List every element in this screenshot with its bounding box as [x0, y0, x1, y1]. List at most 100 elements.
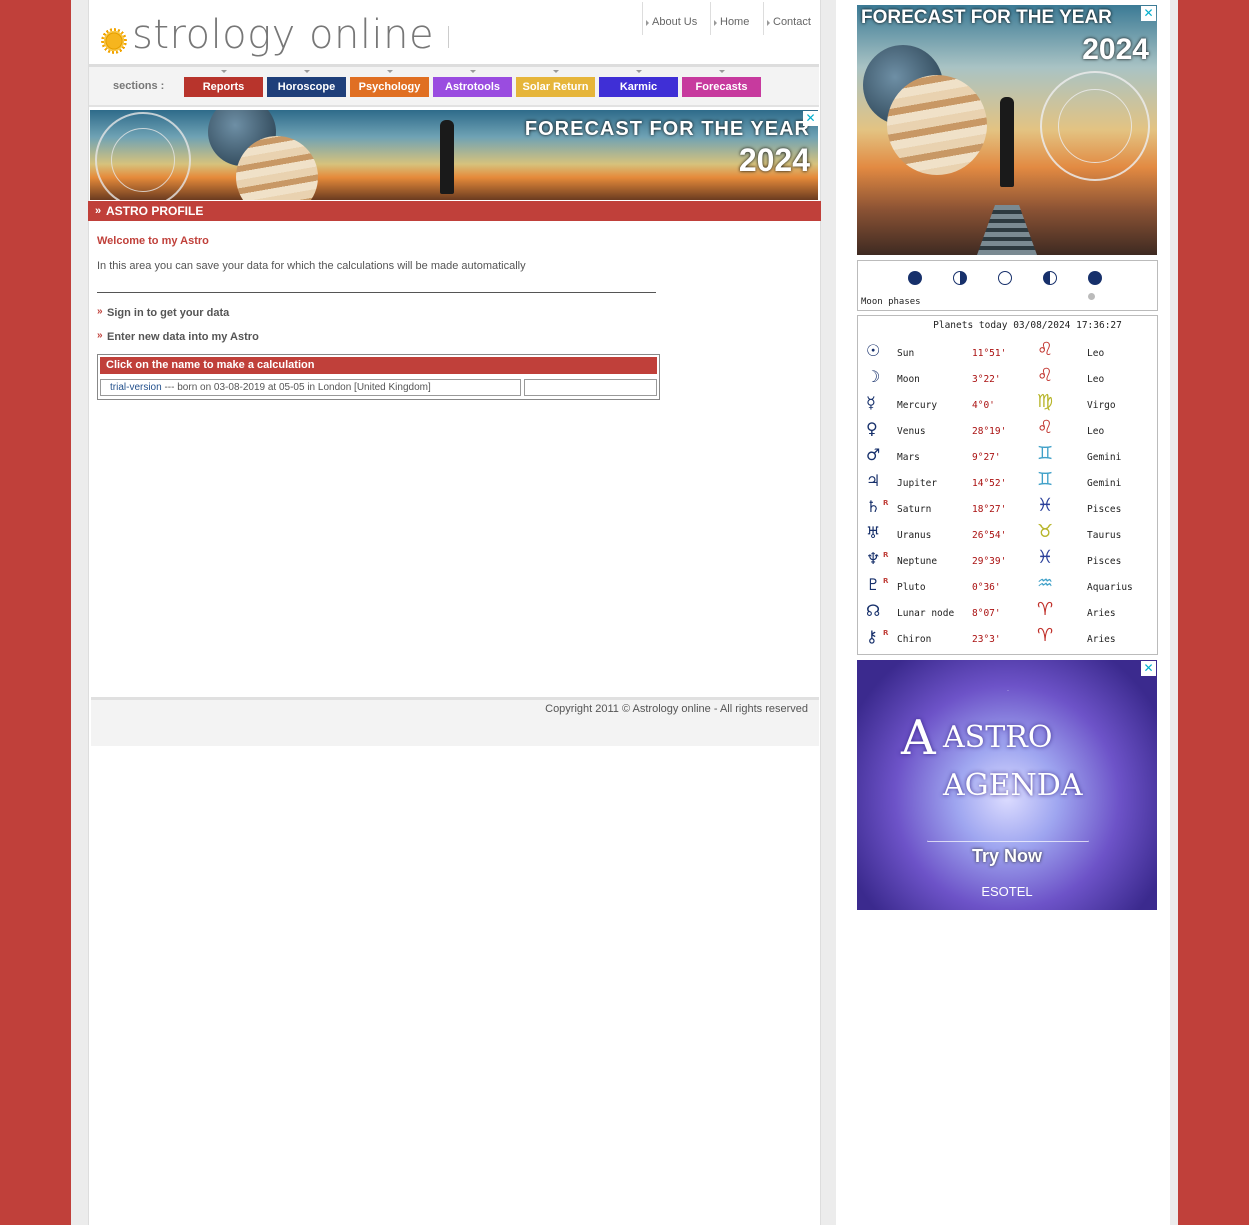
section-astrotools-button[interactable]: Astrotools [433, 70, 512, 97]
try-now-button[interactable]: Try Now [857, 846, 1157, 867]
ad-close-icon[interactable]: ✕ [803, 111, 818, 126]
steps-image [977, 205, 1037, 255]
zodiac-sign-name: Aries [1087, 634, 1116, 645]
planet-glyph-icon: ♅ [866, 523, 881, 542]
zodiac-sign-icon: ♌ [1037, 365, 1054, 386]
esotel-logo: ESOTEL [981, 884, 1033, 899]
planet-glyph-icon: ☊ [866, 601, 881, 620]
header-divider [448, 26, 449, 48]
planet-degree: 29°39' [972, 556, 1007, 567]
planet-row: ☉ Sun 11°51' ♌ Leo [858, 339, 1157, 362]
planet-degree: 23°3' [972, 634, 1001, 645]
zodiac-sign-icon: ♌ [1037, 339, 1054, 360]
title-edge [819, 201, 821, 221]
section-title: ASTRO PROFILE [88, 201, 819, 221]
zodiac-sign-name: Taurus [1087, 530, 1122, 541]
new-moon-icon [908, 271, 922, 285]
zodiac-wheel-icon [95, 112, 191, 200]
planet-name: Mercury [897, 400, 938, 411]
planet-row: ♃ Jupiter 14°52' ♊ Gemini [858, 469, 1157, 492]
sign-in-link[interactable]: Sign in to get your data [97, 306, 229, 319]
intro-text: In this area you can save your data for … [97, 260, 526, 272]
zodiac-sign-name: Pisces [1087, 504, 1122, 515]
enter-new-data-link[interactable]: Enter new data into my Astro [97, 330, 259, 343]
walking-man-image [440, 120, 454, 194]
section-horoscope-button[interactable]: Horoscope [267, 70, 346, 97]
retrograde-marker: R [883, 629, 889, 637]
planet-glyph-icon: ☉ [866, 341, 881, 360]
nav-about-us[interactable]: About Us [642, 2, 697, 35]
zodiac-sign-name: Leo [1087, 426, 1105, 437]
forecast-sidebar-ad[interactable]: FORECAST FOR THE YEAR 2024 [857, 5, 1157, 255]
zodiac-sign-icon: ♈ [1037, 599, 1054, 620]
planet-row: ☿ Mercury 4°0' ♍ Virgo [858, 391, 1157, 414]
section-solar-return-button[interactable]: Solar Return [516, 70, 595, 97]
profile-name-link[interactable]: trial-version [110, 382, 162, 393]
planet-row: ♀ Venus 28°19' ♌ Leo [858, 417, 1157, 440]
planet-degree: 3°22' [972, 374, 1001, 385]
table-row: trial-version --- born on 03-08-2019 at … [100, 379, 521, 396]
zodiac-sign-icon: ♈ [1037, 625, 1054, 646]
ad-title-line2: AGENDA [943, 768, 1083, 803]
planet-glyph-icon: ♄ [866, 497, 881, 516]
planet-glyph-icon: ♀ [866, 419, 878, 438]
planets-title: Planets today 03/08/2024 17:36:27 [933, 320, 1122, 331]
calculation-table: Click on the name to make a calculation … [97, 354, 660, 400]
walking-man-image [1000, 97, 1014, 187]
table-header: Click on the name to make a calculation [100, 357, 657, 374]
divider [97, 292, 656, 293]
welcome-heading: Welcome to my Astro [97, 235, 209, 247]
retrograde-marker: R [883, 499, 889, 507]
current-phase-indicator [1088, 293, 1095, 300]
zodiac-sign-name: Aries [1087, 608, 1116, 619]
planet-name: Sun [897, 348, 915, 359]
planet-glyph-icon: ☿ [866, 393, 876, 412]
section-forecasts-button[interactable]: Forecasts [682, 70, 761, 97]
section-reports-button[interactable]: Reports [184, 70, 263, 97]
planet-row: ♆ R Neptune 29°39' ♓ Pisces [858, 547, 1157, 570]
zodiac-sign-name: Gemini [1087, 478, 1122, 489]
retrograde-marker: R [883, 577, 889, 585]
planet-row: ♂ Mars 9°27' ♊ Gemini [858, 443, 1157, 466]
planet-degree: 9°27' [972, 452, 1001, 463]
last-quarter-icon [1043, 271, 1057, 285]
birth-details: born on 03-08-2019 at 05-05 in London [U… [177, 382, 431, 393]
triangle-decoration [927, 690, 1089, 842]
banner-year: 2024 [738, 142, 810, 178]
planet-glyph-icon: ♂ [866, 445, 881, 464]
full-moon-icon [998, 271, 1012, 285]
ad-close-icon[interactable]: ✕ [1141, 661, 1156, 676]
copyright-text: Copyright 2011 © Astrology online - All … [545, 703, 808, 715]
entry-separator: --- [161, 382, 178, 393]
zodiac-sign-name: Aquarius [1087, 582, 1133, 593]
zodiac-sign-name: Leo [1087, 348, 1105, 359]
forecast-banner-ad[interactable]: FORECAST FOR THE YEAR 2024 [90, 110, 818, 200]
astro-agenda-ad[interactable]: A ASTRO AGENDA Try Now ESOTEL [857, 660, 1157, 910]
moon-phases-label: Moon phases [861, 297, 921, 307]
planet-name: Mars [897, 452, 920, 463]
planet-row: ⚷ R Chiron 23°3' ♈ Aries [858, 625, 1157, 648]
planet-degree: 8°07' [972, 608, 1001, 619]
ad-title-initial: A [901, 710, 936, 766]
ad-title-line1: ASTRO [943, 720, 1053, 755]
planet-degree: 28°19' [972, 426, 1007, 437]
planet-glyph-icon: ♃ [866, 471, 881, 490]
planet-name: Uranus [897, 530, 932, 541]
first-quarter-icon [953, 271, 967, 285]
nav-contact[interactable]: Contact [763, 2, 811, 35]
zodiac-sign-name: Pisces [1087, 556, 1122, 567]
sidebar-ad-year: 2024 [1082, 33, 1149, 66]
planet-degree: 18°27' [972, 504, 1007, 515]
section-psychology-button[interactable]: Psychology [350, 70, 429, 97]
section-karmic-button[interactable]: Karmic [599, 70, 678, 97]
nav-home[interactable]: Home [710, 2, 749, 35]
zodiac-sign-icon: ♓ [1037, 495, 1054, 516]
planet-name: Saturn [897, 504, 932, 515]
planet-row: ☽ Moon 3°22' ♌ Leo [858, 365, 1157, 388]
planet-name: Neptune [897, 556, 938, 567]
ad-close-icon[interactable]: ✕ [1141, 6, 1156, 21]
zodiac-sign-icon: ♊ [1037, 469, 1054, 490]
jupiter-image [887, 75, 987, 175]
sidebar-ad-headline: FORECAST FOR THE YEAR [861, 7, 1112, 28]
sun-logo-icon [101, 28, 127, 54]
